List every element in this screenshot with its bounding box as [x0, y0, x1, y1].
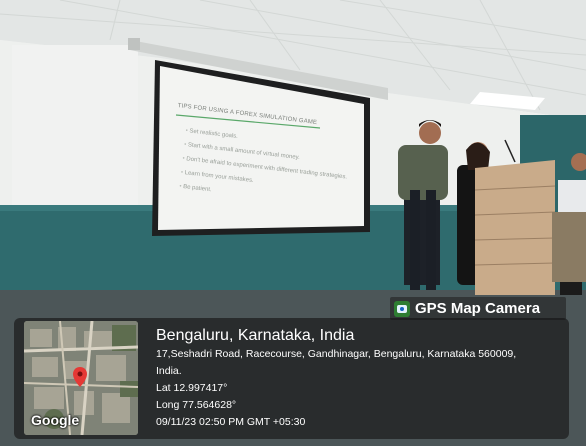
location-longitude: Long 77.564628° [156, 399, 237, 411]
location-city: Bengaluru, Karnataka, India [156, 327, 355, 344]
location-latitude: Lat 12.997417° [156, 382, 228, 394]
map-attribution: Google [31, 412, 80, 428]
map-thumbnail: Google [24, 321, 138, 435]
badge-label: GPS Map Camera [415, 300, 541, 317]
location-info: Bengaluru, Karnataka, India 17,Seshadri … [156, 326, 516, 431]
gps-camera-badge: GPS Map Camera [390, 297, 566, 320]
camera-pin-icon [394, 300, 410, 317]
location-address-1: 17,Seshadri Road, Racecourse, Gandhinaga… [156, 348, 517, 360]
location-address-2: India. [156, 365, 182, 377]
location-timestamp: 09/11/23 02:50 PM GMT +05:30 [156, 416, 306, 428]
